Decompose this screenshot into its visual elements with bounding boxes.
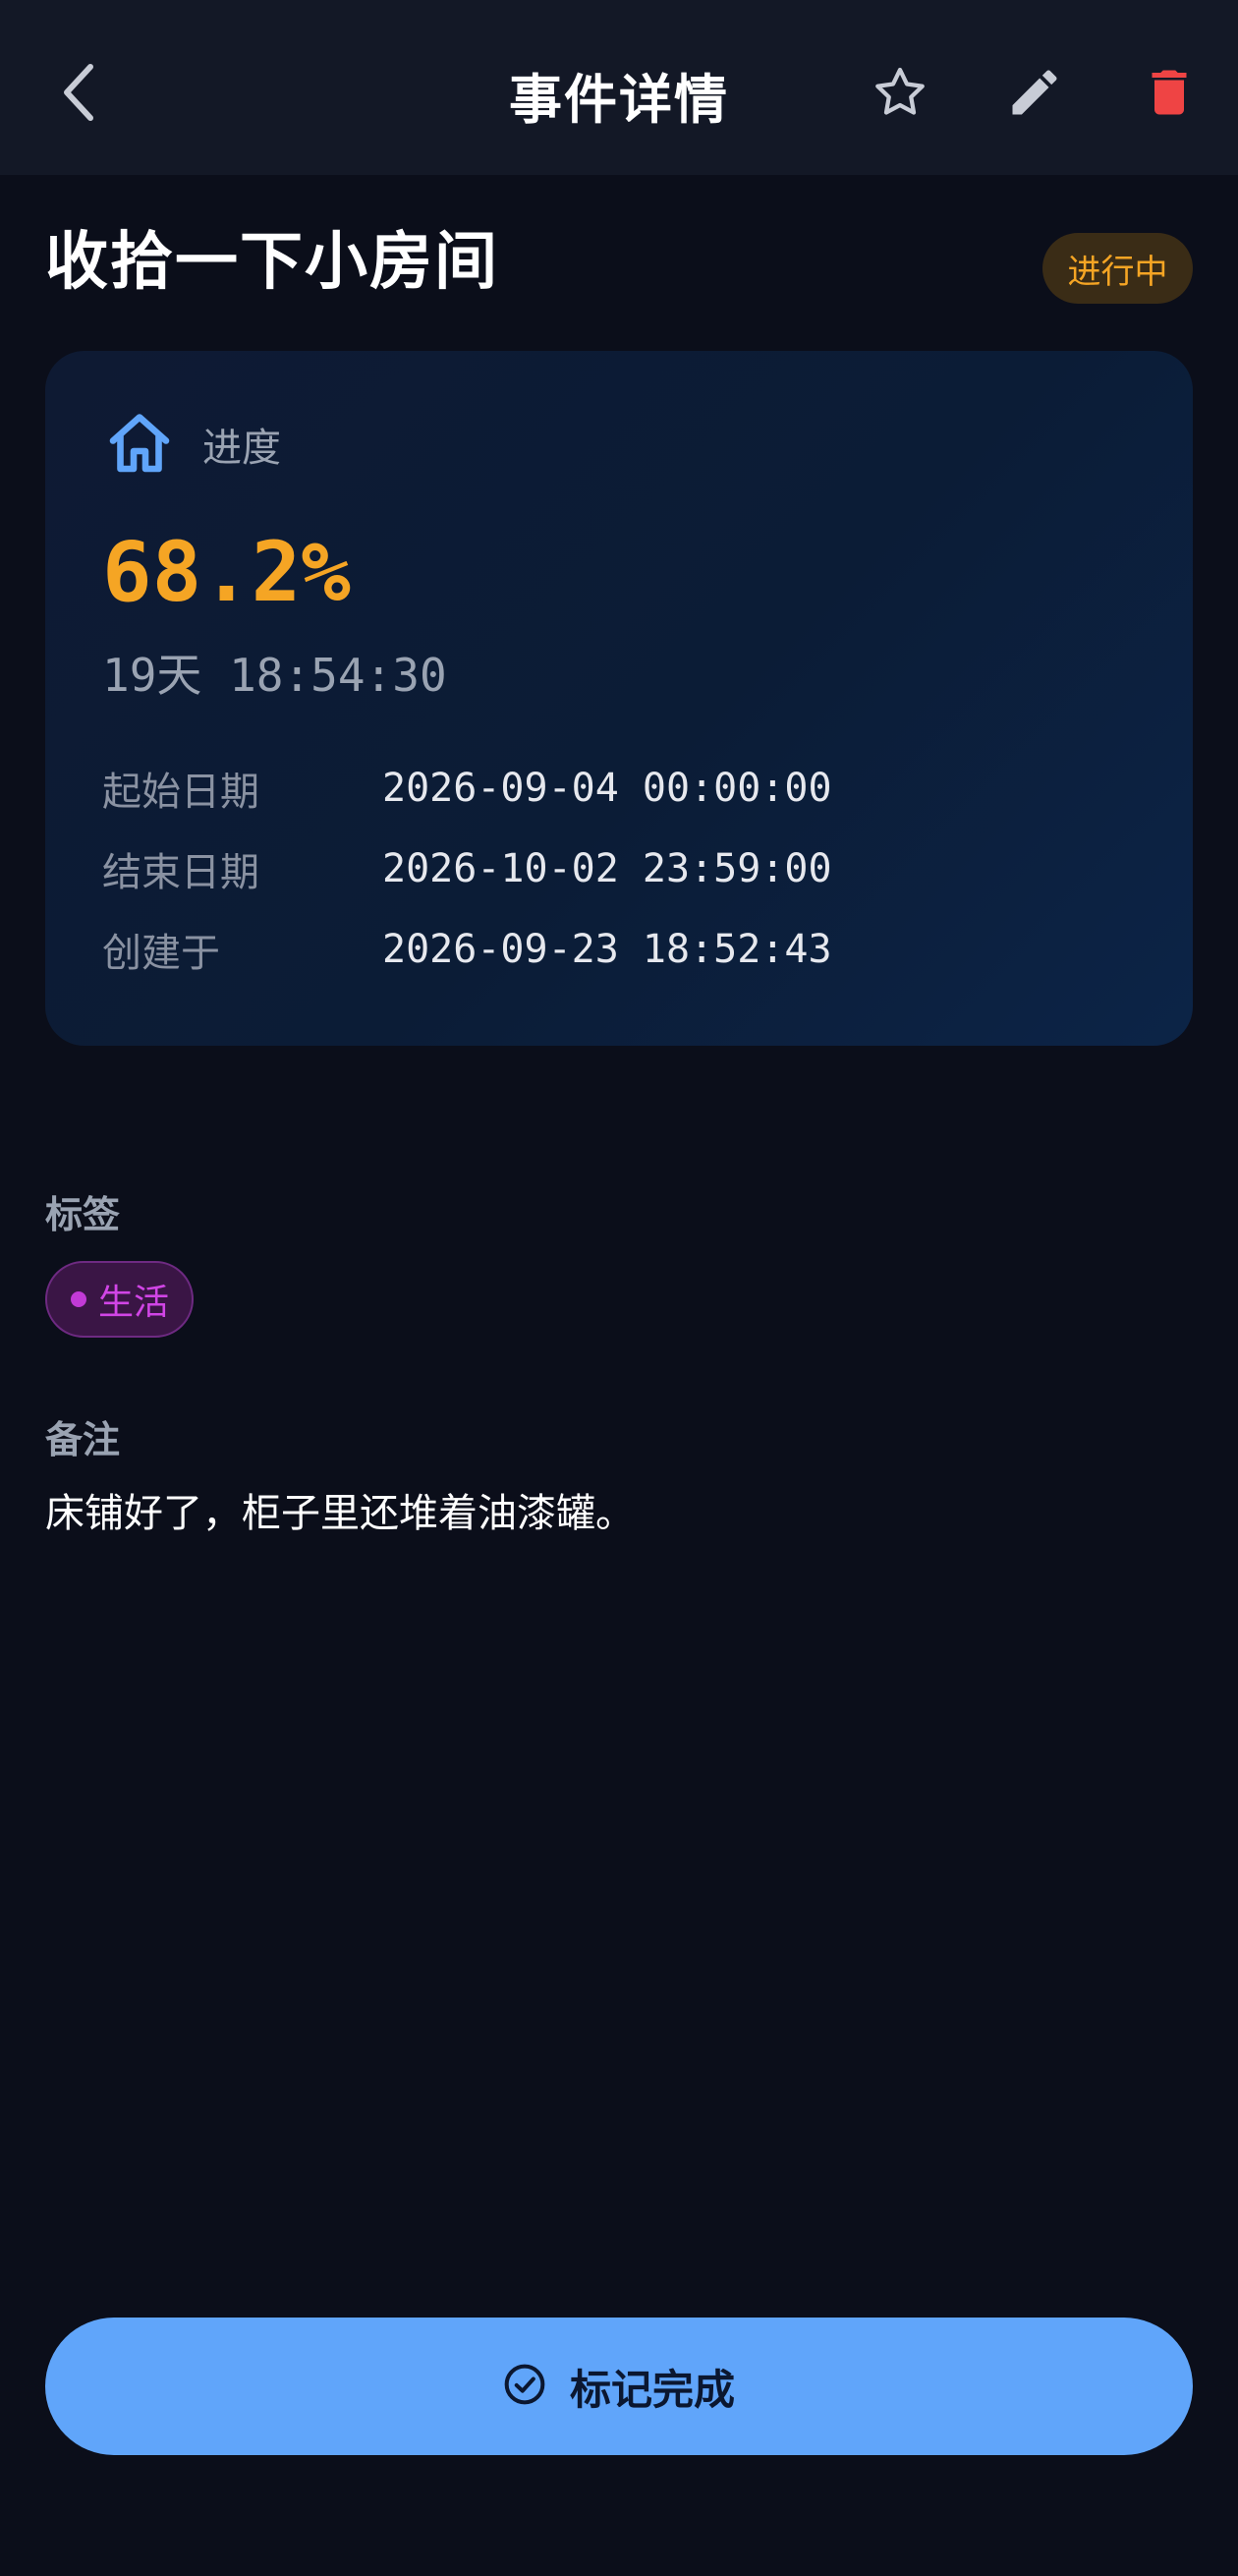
start-date-value: 2026-09-04 00:00:00: [382, 766, 832, 811]
end-date-value: 2026-10-02 23:59:00: [382, 846, 832, 891]
created-at-label: 创建于: [102, 931, 220, 976]
mark-complete-label: 标记完成: [569, 2365, 735, 2414]
progress-percent: 68.2%: [102, 524, 351, 620]
notes-section-label: 备注: [45, 1418, 121, 1461]
progress-card: 进度 68.2% 19天 18:54:30 起始日期 2026-09-04 00…: [45, 351, 1193, 1046]
home-icon: [104, 410, 175, 479]
tag-label: 生活: [98, 1283, 170, 1323]
tag-chip-life[interactable]: 生活: [45, 1261, 194, 1338]
notes-text: 床铺好了，柜子里还堆着油漆罐。: [45, 1491, 635, 1536]
status-badge: 进行中: [1042, 233, 1193, 304]
mark-complete-button[interactable]: 标记完成: [45, 2318, 1193, 2455]
event-title: 收拾一下小房间: [45, 226, 499, 299]
created-at-row: 创建于 2026-09-23 18:52:43: [102, 920, 832, 979]
remaining-time: 19天 18:54:30: [102, 649, 447, 702]
start-date-row: 起始日期 2026-09-04 00:00:00: [102, 759, 832, 818]
created-at-value: 2026-09-23 18:52:43: [382, 927, 832, 972]
progress-label: 进度: [202, 426, 281, 471]
progress-header: 进度: [104, 410, 281, 479]
delete-button[interactable]: [1120, 45, 1218, 143]
tag-color-dot: [71, 1291, 86, 1307]
pencil-icon: [1005, 63, 1064, 126]
favorite-button[interactable]: [851, 45, 949, 143]
app-bar: 事件详情: [0, 0, 1238, 175]
trash-icon: [1140, 63, 1199, 126]
check-circle-icon: [503, 2363, 546, 2410]
star-outline-icon: [871, 63, 929, 126]
end-date-label: 结束日期: [102, 850, 259, 895]
start-date-label: 起始日期: [102, 770, 259, 815]
tags-section-label: 标签: [45, 1193, 121, 1236]
edit-button[interactable]: [985, 45, 1084, 143]
end-date-row: 结束日期 2026-10-02 23:59:00: [102, 839, 832, 898]
